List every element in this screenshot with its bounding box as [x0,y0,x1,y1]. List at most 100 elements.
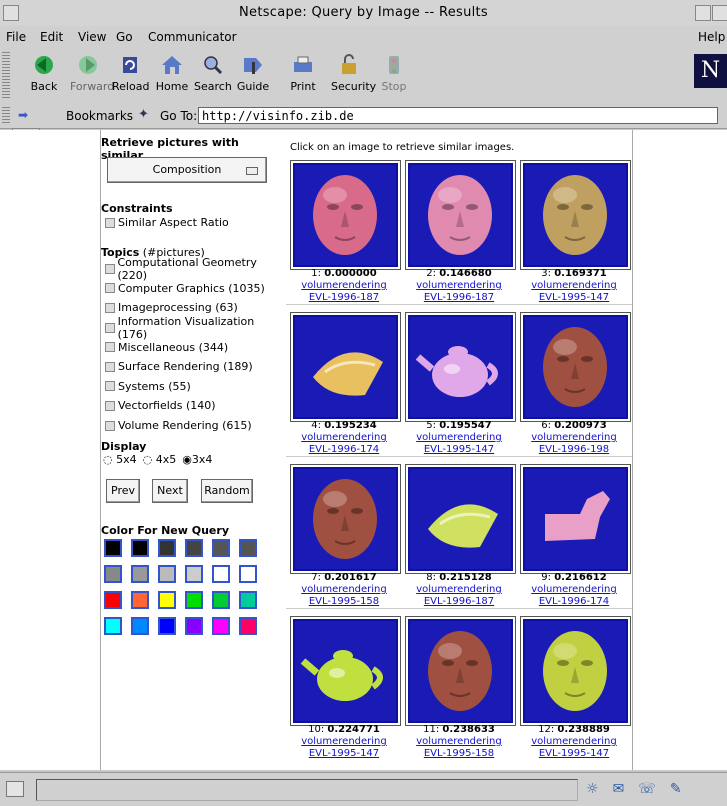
color-swatch[interactable] [239,617,257,635]
color-swatch[interactable] [104,591,122,609]
location-grip[interactable] [2,107,10,125]
result-ref-link[interactable]: EVL-1996-187 [403,292,515,303]
result-ref-link[interactable]: EVL-1996-198 [518,444,630,455]
security-lock-icon[interactable] [6,781,24,797]
navigator-icon[interactable]: ☼ [586,781,599,797]
result-ref-link[interactable]: EVL-1995-147 [518,292,630,303]
display-4x5[interactable]: ◌ 4x5 [143,453,177,466]
color-swatch[interactable] [212,539,230,557]
color-swatch[interactable] [185,617,203,635]
result-kind-link[interactable]: volumerendering [518,584,630,595]
prev-button[interactable]: Prev [106,479,140,503]
result-ref-link[interactable]: EVL-1995-158 [403,748,515,759]
home-button[interactable]: Home [154,50,190,93]
result-ref-link[interactable]: EVL-1996-187 [288,292,400,303]
topic-checkbox[interactable]: Volume Rendering (615) [105,416,279,436]
guide-button[interactable]: Guide [235,50,271,93]
color-swatch[interactable] [158,539,176,557]
topic-checkbox[interactable]: Surface Rendering (189) [105,357,279,377]
forward-button[interactable]: Forward [70,50,114,93]
result-thumbnail[interactable] [293,163,398,267]
result-kind-link[interactable]: volumerendering [518,736,630,747]
color-swatch[interactable] [131,565,149,583]
result-kind-link[interactable]: volumerendering [403,432,515,443]
print-button[interactable]: Print [285,50,321,93]
minimize-button[interactable] [695,5,711,21]
color-swatch[interactable] [131,617,149,635]
result-thumbnail[interactable] [293,467,398,571]
url-input[interactable]: http://visinfo.zib.de [198,107,718,124]
random-button[interactable]: Random [201,479,253,503]
composer-icon[interactable]: ✎ [670,781,682,797]
result-kind-link[interactable]: volumerendering [518,280,630,291]
result-kind-link[interactable]: volumerendering [403,584,515,595]
mail-icon[interactable]: ✉ [613,781,625,797]
result-ref-link[interactable]: EVL-1995-147 [288,748,400,759]
color-swatch[interactable] [239,591,257,609]
color-swatch[interactable] [158,565,176,583]
page-proxy-icon[interactable]: ✦ [138,107,149,122]
search-button[interactable]: Search [194,50,232,93]
color-swatch[interactable] [131,539,149,557]
topic-checkbox[interactable]: Information Visualization (176) [105,315,279,341]
stop-button[interactable]: Stop [376,50,412,93]
result-ref-link[interactable]: EVL-1995-147 [403,444,515,455]
result-ref-link[interactable]: EVL-1996-174 [518,596,630,607]
menu-go[interactable]: Go [116,30,133,44]
color-swatch[interactable] [212,591,230,609]
result-kind-link[interactable]: volumerendering [403,736,515,747]
display-5x4[interactable]: ◌ 5x4 [103,453,137,466]
color-swatch[interactable] [212,617,230,635]
color-swatch[interactable] [158,591,176,609]
color-swatch[interactable] [158,617,176,635]
result-thumbnail[interactable] [408,315,513,419]
result-thumbnail[interactable] [523,315,628,419]
color-swatch[interactable] [104,617,122,635]
result-kind-link[interactable]: volumerendering [288,584,400,595]
menu-help[interactable]: Help [698,30,725,44]
result-kind-link[interactable]: volumerendering [403,280,515,291]
topic-checkbox[interactable]: Computer Graphics (1035) [105,279,279,299]
color-swatch[interactable] [212,565,230,583]
discussion-icon[interactable]: ☏ [638,781,656,797]
display-3x4[interactable]: ◉3x4 [182,453,212,466]
result-thumbnail[interactable] [408,163,513,267]
reload-button[interactable]: Reload [112,50,149,93]
result-thumbnail[interactable] [293,619,398,723]
result-thumbnail[interactable] [523,163,628,267]
toolbar-grip[interactable] [2,52,10,98]
similar-aspect-checkbox[interactable]: Similar Aspect Ratio [105,214,229,231]
result-thumbnail[interactable] [293,315,398,419]
bookmarks-button[interactable]: Bookmarks [66,109,133,123]
result-ref-link[interactable]: EVL-1995-147 [518,748,630,759]
result-kind-link[interactable]: volumerendering [288,736,400,747]
result-thumbnail[interactable] [523,467,628,571]
result-ref-link[interactable]: EVL-1996-174 [288,444,400,455]
topic-checkbox[interactable]: Vectorfields (140) [105,396,279,416]
color-swatch[interactable] [104,539,122,557]
result-kind-link[interactable]: volumerendering [518,432,630,443]
color-swatch[interactable] [185,539,203,557]
result-kind-link[interactable]: volumerendering [288,432,400,443]
color-swatch[interactable] [104,565,122,583]
bookmarks-icon[interactable]: ➡ [18,108,28,122]
result-kind-link[interactable]: volumerendering [288,280,400,291]
menu-view[interactable]: View [78,30,106,44]
menu-communicator[interactable]: Communicator [148,30,237,44]
color-swatch[interactable] [185,565,203,583]
security-button[interactable]: Security [331,50,376,93]
topic-checkbox[interactable]: Computational Geometry (220) [105,256,279,282]
color-swatch[interactable] [131,591,149,609]
color-swatch[interactable] [239,565,257,583]
result-thumbnail[interactable] [408,619,513,723]
back-button[interactable]: Back [26,50,62,93]
color-swatch[interactable] [239,539,257,557]
result-thumbnail[interactable] [408,467,513,571]
color-swatch[interactable] [185,591,203,609]
menu-file[interactable]: File [6,30,26,44]
result-thumbnail[interactable] [523,619,628,723]
menu-edit[interactable]: Edit [40,30,63,44]
next-button[interactable]: Next [152,479,188,503]
result-ref-link[interactable]: EVL-1996-187 [403,596,515,607]
topic-checkbox[interactable]: Systems (55) [105,377,279,397]
